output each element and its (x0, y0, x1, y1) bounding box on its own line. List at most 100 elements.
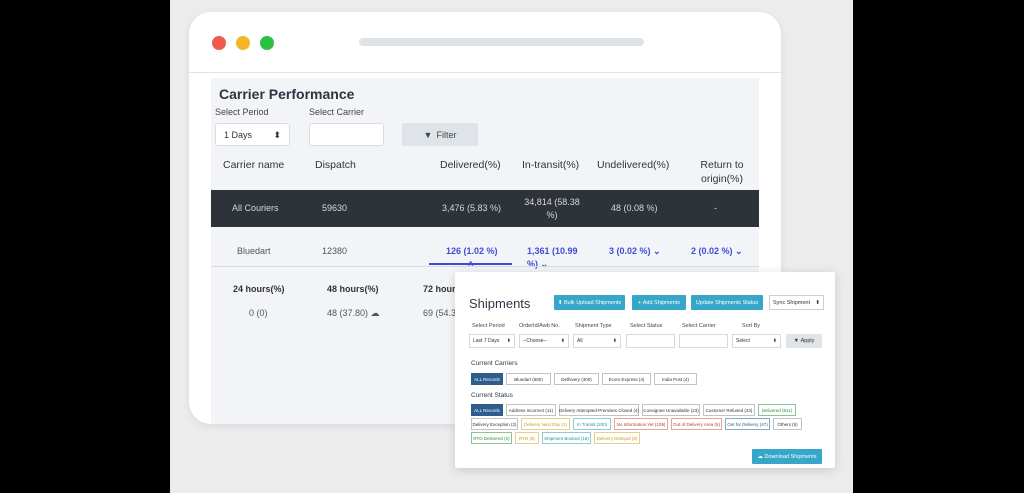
cell-undelivered: 48 (0.08 %) (611, 203, 658, 213)
cell-in-transit: 34,814 (58.38 %) (524, 197, 580, 220)
cell-name: Bluedart (237, 246, 271, 256)
cell-rto: - (714, 203, 717, 213)
filter-label: Select Carrier (682, 323, 716, 329)
select-value: Select (736, 338, 750, 344)
order-select[interactable]: --Choose-- ⬍ (519, 334, 569, 348)
rto-value: 2 (0.02 %) (691, 246, 733, 256)
header-delivered: Delivered(%) (440, 159, 501, 171)
sync-select[interactable]: Sync Shipment ⬍ (769, 295, 824, 310)
filter-label: OrderId/Awb No. (519, 323, 560, 329)
status-chip[interactable]: RTO (8) (515, 432, 539, 444)
cell-undelivered[interactable]: 3 (0.02 %) ⌄ (609, 245, 661, 258)
status-chip[interactable]: Address Incorrect (11) (506, 404, 556, 416)
update-status-button[interactable]: Update Shipments Status (691, 295, 763, 310)
carrier-chip[interactable]: ALL Records (471, 373, 503, 385)
status-chip[interactable]: In Transit (200) (573, 418, 611, 430)
cell-in-transit[interactable]: 1,361 (10.99 %) ⌄ (527, 245, 579, 271)
chevron-down-icon: ⌄ (653, 246, 661, 256)
subheader-48h: 48 hours(%) (327, 284, 379, 294)
filter-button[interactable]: ▼ Filter (402, 123, 478, 146)
maximize-dot[interactable] (260, 36, 274, 50)
sub-cell: 0 (0) (249, 308, 268, 318)
page-title: Carrier Performance (219, 86, 355, 102)
sub-value: 48 (37.80) (327, 308, 369, 318)
carrier-chip[interactable]: Bluedart (680) (506, 373, 551, 385)
status-chip[interactable]: Consignee Unavailable (23) (642, 404, 700, 416)
filter-icon: ▼ (423, 129, 433, 140)
select-value: Last 7 Days (473, 338, 500, 344)
period-select[interactable]: Last 7 Days ⬍ (469, 334, 515, 348)
status-heading: Current Status (471, 392, 513, 399)
bulk-upload-label: Bulk Upload Shipments (563, 299, 622, 306)
status-chip[interactable]: Others (5) (773, 418, 802, 430)
updown-icon: ⬍ (506, 338, 511, 344)
sync-label: Sync Shipment (773, 299, 810, 306)
status-chip[interactable]: Delivery Exception (2) (471, 418, 518, 430)
status-input[interactable] (626, 334, 675, 348)
header-rto: Return to origin(%) (700, 159, 744, 185)
filter-label: Select Status (630, 323, 663, 329)
apply-label: Apply (800, 338, 815, 344)
sort-select[interactable]: Select ⬍ (732, 334, 781, 348)
status-chip[interactable]: Out for Delivery (47) (725, 418, 770, 430)
bulk-upload-button[interactable]: ⬆ Bulk Upload Shipments (554, 295, 625, 310)
title-bar (189, 12, 781, 73)
status-chip[interactable]: ALL Records (471, 404, 503, 416)
divider (211, 266, 759, 267)
undelivered-value: 3 (0.02 %) (609, 246, 651, 256)
header-undelivered: Undelivered(%) (597, 159, 670, 171)
minimize-dot[interactable] (236, 36, 250, 50)
carrier-chip[interactable]: Ecom Express (4) (602, 373, 651, 385)
status-chip[interactable]: RTO Delivered (2) (471, 432, 512, 444)
updown-icon: ⬍ (560, 338, 565, 344)
close-dot[interactable] (212, 36, 226, 50)
add-shipments-label: Add Shipments (642, 299, 681, 306)
carrier-chip[interactable]: Delhivery (300) (554, 373, 599, 385)
cell-delivered: 3,476 (5.83 %) (442, 203, 502, 213)
delivered-value: 126 (1.02 %) (446, 246, 498, 256)
cloud-download-icon: ☁ (370, 308, 380, 318)
shipments-panel: Shipments ⬆ Bulk Upload Shipments + Add … (455, 272, 835, 468)
status-chip[interactable]: Delivery Delayed (6) (594, 432, 640, 444)
active-tab-indicator (429, 263, 512, 265)
updown-icon: ⬍ (612, 338, 617, 344)
period-label: Select Period (215, 107, 269, 117)
type-select[interactable]: All ⬍ (573, 334, 621, 348)
header-carrier: Carrier name (223, 159, 285, 171)
period-select[interactable]: 1 Days ⬍ (215, 123, 290, 146)
status-chip[interactable]: Delivery Attempted-Premises Closed (4) (559, 404, 639, 416)
select-value: All (577, 338, 583, 344)
chevron-down-icon: ⌄ (540, 259, 549, 269)
add-shipments-button[interactable]: + Add Shipments (632, 295, 686, 310)
apply-button[interactable]: ▼ Apply (786, 334, 822, 348)
status-chip[interactable]: Customer Refused (43) (703, 404, 755, 416)
cell-rto[interactable]: 2 (0.02 %) ⌄ (691, 245, 743, 258)
update-status-label: Update Shipments Status (695, 299, 759, 306)
carrier-chip[interactable]: India Post (4) (654, 373, 697, 385)
status-chip[interactable]: Shipment Booked (18) (542, 432, 591, 444)
status-chip[interactable]: Delivery Next Day (1) (521, 418, 570, 430)
filter-label: Shipment Type (575, 323, 612, 329)
status-chip[interactable]: Out of Delivery Area (5) (671, 418, 722, 430)
address-bar[interactable] (359, 38, 644, 46)
carrier-label: Select Carrier (309, 107, 365, 117)
carrier-input[interactable] (309, 123, 384, 146)
header-in-transit: In-transit(%) (522, 159, 580, 171)
cell-delivered[interactable]: 126 (1.02 %)˄ (446, 245, 498, 271)
download-shipments-button[interactable]: ☁ Download Shipments (752, 449, 822, 464)
table-row[interactable]: All Couriers 59630 3,476 (5.83 %) 34,814… (211, 190, 759, 227)
carrier-input[interactable] (679, 334, 728, 348)
shipments-title: Shipments (469, 296, 531, 311)
background: Carrier Performance Select Period Select… (170, 0, 853, 493)
status-chip[interactable]: Delivered (811) (758, 404, 796, 416)
sub-cell[interactable]: 69 (54.3 (423, 308, 456, 318)
period-value: 1 Days (224, 130, 253, 140)
sub-cell[interactable]: 48 (37.80) ☁ (327, 308, 380, 319)
subheader-24h: 24 hours(%) (233, 284, 285, 294)
status-chip[interactable]: No Information Yet (109) (614, 418, 668, 430)
filter-label: Sort By (742, 323, 761, 329)
updown-icon: ⬍ (772, 338, 777, 344)
updown-icon: ⬍ (273, 130, 281, 140)
cell-dispatch: 59630 (322, 203, 348, 213)
cell-name: All Couriers (232, 203, 279, 213)
